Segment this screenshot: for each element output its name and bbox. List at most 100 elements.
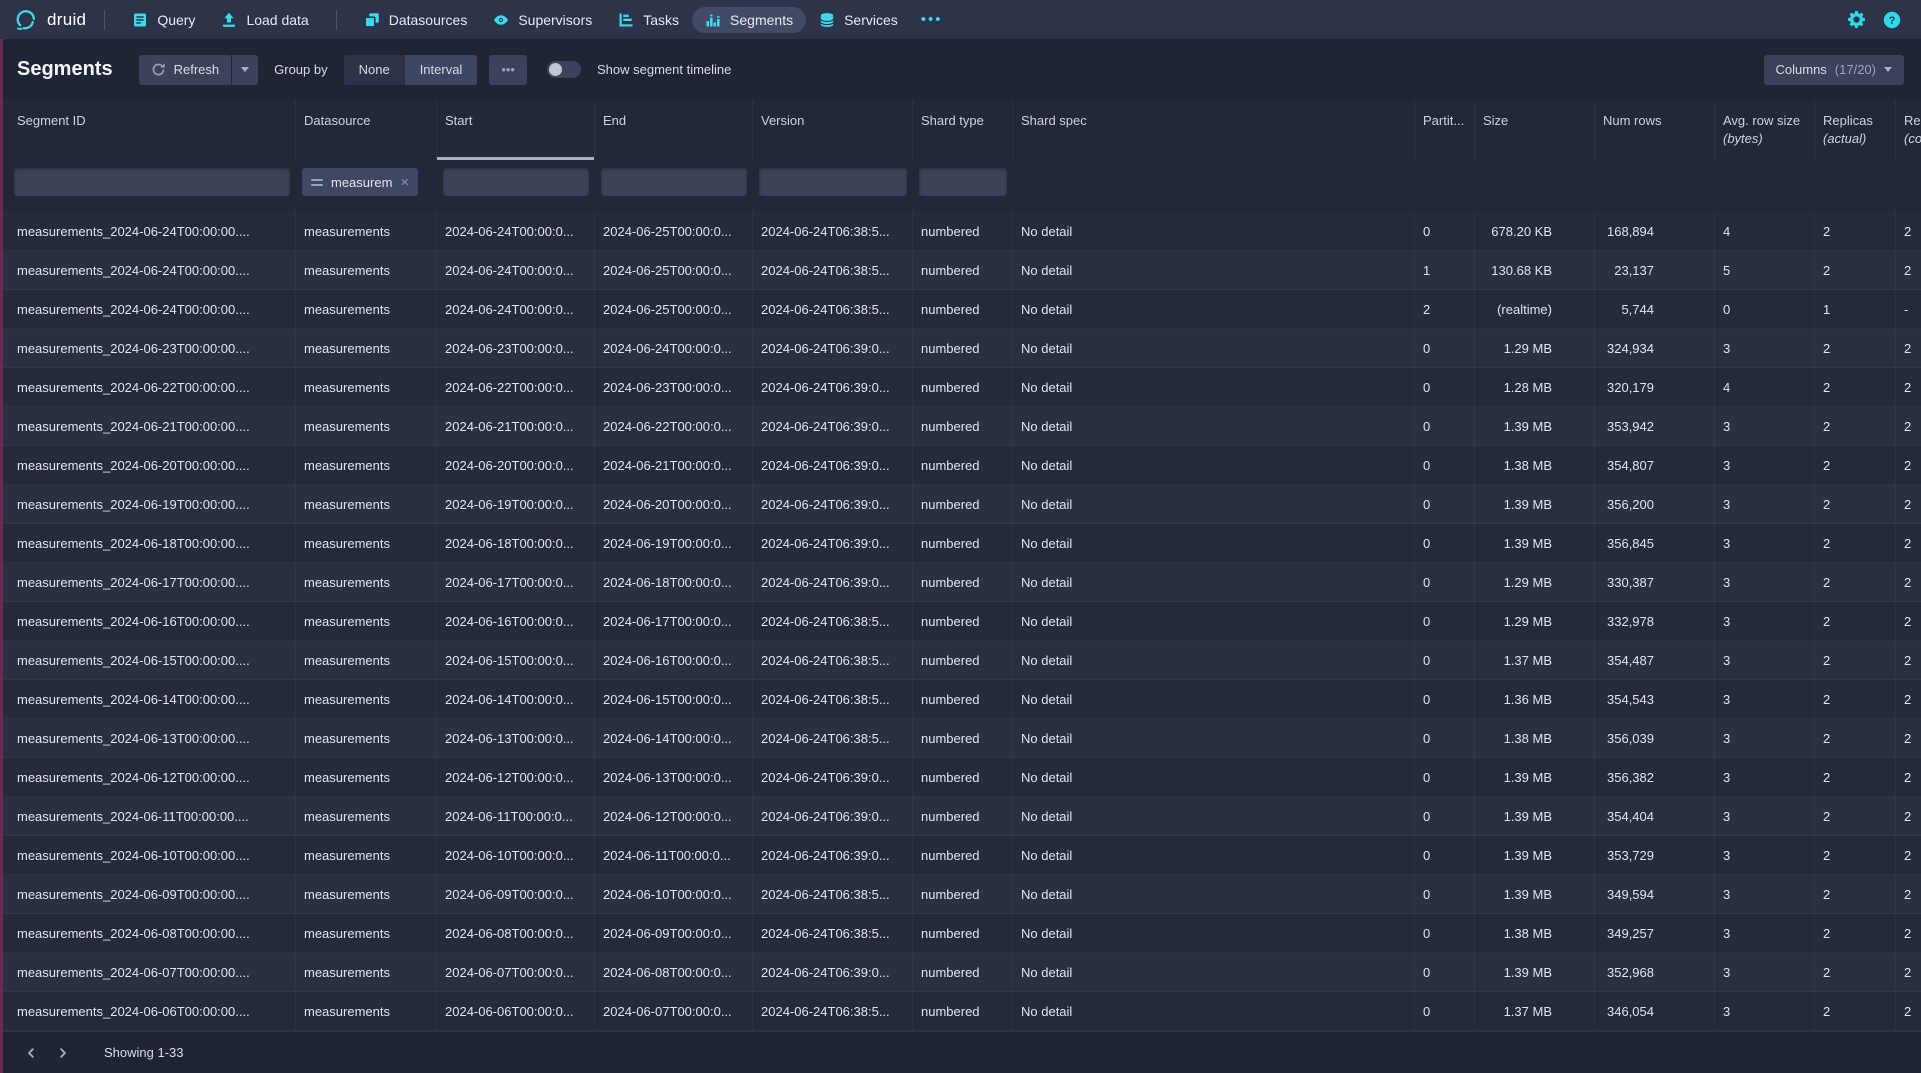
cell-segment-id[interactable]: measurements_2024-06-12T00:00:00....: [0, 758, 296, 796]
cell-size[interactable]: 1.39 MB: [1475, 758, 1595, 796]
cell-version[interactable]: 2024-06-24T06:38:5...: [753, 719, 913, 757]
cell-replicas[interactable]: 2: [1815, 446, 1896, 484]
cell-replication-factor[interactable]: 2: [1896, 914, 1921, 952]
cell-segment-id[interactable]: measurements_2024-06-08T00:00:00....: [0, 914, 296, 952]
cell-replicas[interactable]: 2: [1815, 407, 1896, 445]
cell-version[interactable]: 2024-06-24T06:38:5...: [753, 680, 913, 718]
cell-size[interactable]: 130.68 KB: [1475, 251, 1595, 289]
cell-avg-row-size[interactable]: 3: [1715, 992, 1815, 1030]
cell-replicas[interactable]: 2: [1815, 524, 1896, 562]
cell-end[interactable]: 2024-06-08T00:00:0...: [595, 953, 753, 991]
cell-replicas[interactable]: 2: [1815, 797, 1896, 835]
cell-num-rows[interactable]: 353,729: [1595, 836, 1715, 874]
cell-start[interactable]: 2024-06-09T00:00:0...: [437, 875, 595, 913]
column-header-end[interactable]: End: [595, 100, 753, 160]
cell-start[interactable]: 2024-06-24T00:00:0...: [437, 251, 595, 289]
cell-start[interactable]: 2024-06-12T00:00:0...: [437, 758, 595, 796]
nav-item-query[interactable]: Query: [119, 7, 208, 33]
cell-segment-id[interactable]: measurements_2024-06-24T00:00:00....: [0, 251, 296, 289]
cell-start[interactable]: 2024-06-16T00:00:0...: [437, 602, 595, 640]
cell-partition[interactable]: 0: [1415, 563, 1475, 601]
cell-start[interactable]: 2024-06-15T00:00:0...: [437, 641, 595, 679]
cell-partition[interactable]: 0: [1415, 602, 1475, 640]
cell-end[interactable]: 2024-06-23T00:00:0...: [595, 368, 753, 406]
column-header-shard-type[interactable]: Shard type: [913, 100, 1013, 160]
column-header-start[interactable]: Start: [437, 100, 595, 160]
cell-partition[interactable]: 0: [1415, 524, 1475, 562]
cell-partition[interactable]: 0: [1415, 680, 1475, 718]
cell-size[interactable]: 678.20 KB: [1475, 212, 1595, 250]
cell-datasource[interactable]: measurements: [296, 953, 437, 991]
cell-replicas[interactable]: 2: [1815, 758, 1896, 796]
cell-avg-row-size[interactable]: 3: [1715, 836, 1815, 874]
cell-replication-factor[interactable]: 2: [1896, 368, 1921, 406]
cell-datasource[interactable]: measurements: [296, 329, 437, 367]
cell-version[interactable]: 2024-06-24T06:38:5...: [753, 251, 913, 289]
cell-shard-type[interactable]: numbered: [913, 602, 1013, 640]
cell-datasource[interactable]: measurements: [296, 680, 437, 718]
cell-version[interactable]: 2024-06-24T06:39:0...: [753, 524, 913, 562]
cell-partition[interactable]: 2: [1415, 290, 1475, 328]
cell-start[interactable]: 2024-06-13T00:00:0...: [437, 719, 595, 757]
cell-replicas[interactable]: 2: [1815, 914, 1896, 952]
cell-replication-factor[interactable]: 2: [1896, 212, 1921, 250]
cell-num-rows[interactable]: 332,978: [1595, 602, 1715, 640]
cell-segment-id[interactable]: measurements_2024-06-21T00:00:00....: [0, 407, 296, 445]
cell-start[interactable]: 2024-06-07T00:00:0...: [437, 953, 595, 991]
cell-version[interactable]: 2024-06-24T06:39:0...: [753, 797, 913, 835]
cell-segment-id[interactable]: measurements_2024-06-24T00:00:00....: [0, 212, 296, 250]
cell-num-rows[interactable]: 346,054: [1595, 992, 1715, 1030]
cell-version[interactable]: 2024-06-24T06:39:0...: [753, 485, 913, 523]
cell-replication-factor[interactable]: 2: [1896, 875, 1921, 913]
cell-replication-factor[interactable]: 2: [1896, 485, 1921, 523]
cell-avg-row-size[interactable]: 3: [1715, 524, 1815, 562]
cell-end[interactable]: 2024-06-15T00:00:0...: [595, 680, 753, 718]
cell-start[interactable]: 2024-06-21T00:00:0...: [437, 407, 595, 445]
cell-shard-type[interactable]: numbered: [913, 446, 1013, 484]
cell-shard-spec[interactable]: No detail: [1013, 329, 1415, 367]
cell-replicas[interactable]: 2: [1815, 329, 1896, 367]
cell-datasource[interactable]: measurements: [296, 992, 437, 1030]
cell-replication-factor[interactable]: 2: [1896, 758, 1921, 796]
cell-shard-type[interactable]: numbered: [913, 797, 1013, 835]
cell-version[interactable]: 2024-06-24T06:38:5...: [753, 602, 913, 640]
group-by-none-button[interactable]: None: [344, 55, 405, 85]
cell-shard-type[interactable]: numbered: [913, 212, 1013, 250]
cell-shard-spec[interactable]: No detail: [1013, 446, 1415, 484]
filter-input-segment-id[interactable]: [14, 168, 290, 196]
cell-num-rows[interactable]: 354,543: [1595, 680, 1715, 718]
druid-logo[interactable]: druid: [16, 9, 86, 31]
cell-version[interactable]: 2024-06-24T06:39:0...: [753, 407, 913, 445]
cell-end[interactable]: 2024-06-21T00:00:0...: [595, 446, 753, 484]
nav-overflow-menu[interactable]: •••: [911, 11, 953, 28]
cell-end[interactable]: 2024-06-24T00:00:0...: [595, 329, 753, 367]
cell-shard-type[interactable]: numbered: [913, 329, 1013, 367]
cell-num-rows[interactable]: 353,942: [1595, 407, 1715, 445]
cell-end[interactable]: 2024-06-16T00:00:0...: [595, 641, 753, 679]
cell-shard-spec[interactable]: No detail: [1013, 290, 1415, 328]
remove-filter-icon[interactable]: ×: [400, 175, 409, 190]
cell-avg-row-size[interactable]: 3: [1715, 758, 1815, 796]
help-icon[interactable]: ?: [1883, 11, 1901, 29]
group-by-interval-button[interactable]: Interval: [405, 55, 478, 85]
cell-avg-row-size[interactable]: 3: [1715, 485, 1815, 523]
filter-input-start[interactable]: [443, 168, 589, 196]
cell-shard-type[interactable]: numbered: [913, 563, 1013, 601]
cell-shard-type[interactable]: numbered: [913, 524, 1013, 562]
cell-start[interactable]: 2024-06-24T00:00:0...: [437, 212, 595, 250]
cell-replicas[interactable]: 2: [1815, 212, 1896, 250]
cell-avg-row-size[interactable]: 3: [1715, 563, 1815, 601]
cell-version[interactable]: 2024-06-24T06:38:5...: [753, 992, 913, 1030]
cell-segment-id[interactable]: measurements_2024-06-20T00:00:00....: [0, 446, 296, 484]
cell-shard-type[interactable]: numbered: [913, 407, 1013, 445]
cell-replication-factor[interactable]: 2: [1896, 329, 1921, 367]
cell-replication-factor[interactable]: 2: [1896, 407, 1921, 445]
cell-shard-spec[interactable]: No detail: [1013, 641, 1415, 679]
cell-version[interactable]: 2024-06-24T06:38:5...: [753, 212, 913, 250]
cell-datasource[interactable]: measurements: [296, 524, 437, 562]
cell-avg-row-size[interactable]: 3: [1715, 329, 1815, 367]
cell-segment-id[interactable]: measurements_2024-06-13T00:00:00....: [0, 719, 296, 757]
cell-avg-row-size[interactable]: 3: [1715, 797, 1815, 835]
cell-size[interactable]: 1.39 MB: [1475, 875, 1595, 913]
cell-replication-factor[interactable]: 2: [1896, 836, 1921, 874]
